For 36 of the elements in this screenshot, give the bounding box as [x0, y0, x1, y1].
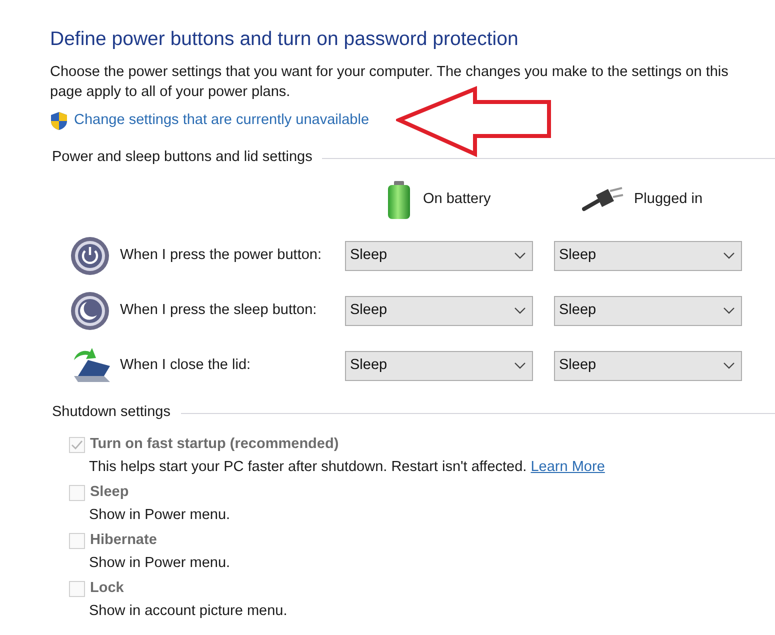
- option-description: Show in Power menu.: [89, 555, 230, 571]
- dropdown[interactable]: Sleep: [554, 350, 742, 380]
- caret-icon: [514, 306, 526, 314]
- dropdown[interactable]: Sleep: [345, 240, 533, 270]
- column-heading: On battery: [423, 190, 491, 210]
- check-icon: [71, 440, 83, 450]
- setting-label: When I press the sleep button:: [120, 300, 318, 320]
- sleep-button-icon: [70, 290, 110, 330]
- caret-icon: [723, 306, 735, 314]
- setting-label: When I press the power button:: [120, 246, 322, 265]
- section-heading: Shutdown settings: [52, 403, 170, 422]
- dropdown[interactable]: Sleep: [345, 350, 533, 380]
- plug-icon: [582, 187, 624, 213]
- section-heading: Power and sleep buttons and lid settings: [52, 148, 312, 168]
- dropdown[interactable]: Sleep: [554, 296, 742, 326]
- dropdown[interactable]: Sleep: [345, 296, 533, 326]
- power-button-icon: [70, 236, 110, 276]
- page-title: Define power buttons and turn on password protection: [50, 27, 520, 52]
- caret-icon: [723, 362, 735, 370]
- setting-label: When I close the lid:: [120, 356, 252, 375]
- option-label: Hibernate: [90, 531, 157, 550]
- caret-icon: [514, 362, 526, 370]
- caret-icon: [514, 252, 526, 260]
- option-label: Lock: [90, 579, 124, 598]
- intro-text: Choose the power settings that you want for your computer. The changes you make to the settings on this page apply to all of your power plans.: [50, 63, 730, 102]
- option-description: Show in account picture menu.: [89, 603, 288, 619]
- shield-icon: [50, 111, 68, 131]
- battery-icon: [385, 180, 413, 220]
- dropdown[interactable]: Sleep: [554, 240, 742, 270]
- option-description: Show in Power menu.: [89, 507, 230, 523]
- option-label: Turn on fast startup (recommended): [90, 435, 339, 454]
- caret-icon: [723, 252, 735, 260]
- option-description: This helps start your PC faster after shutdown. Restart isn't affected.: [89, 459, 527, 475]
- admin-link[interactable]: Change settings that are currently unavailable: [74, 110, 370, 132]
- option-label: Sleep: [90, 483, 129, 502]
- column-heading: Plugged in: [634, 190, 703, 210]
